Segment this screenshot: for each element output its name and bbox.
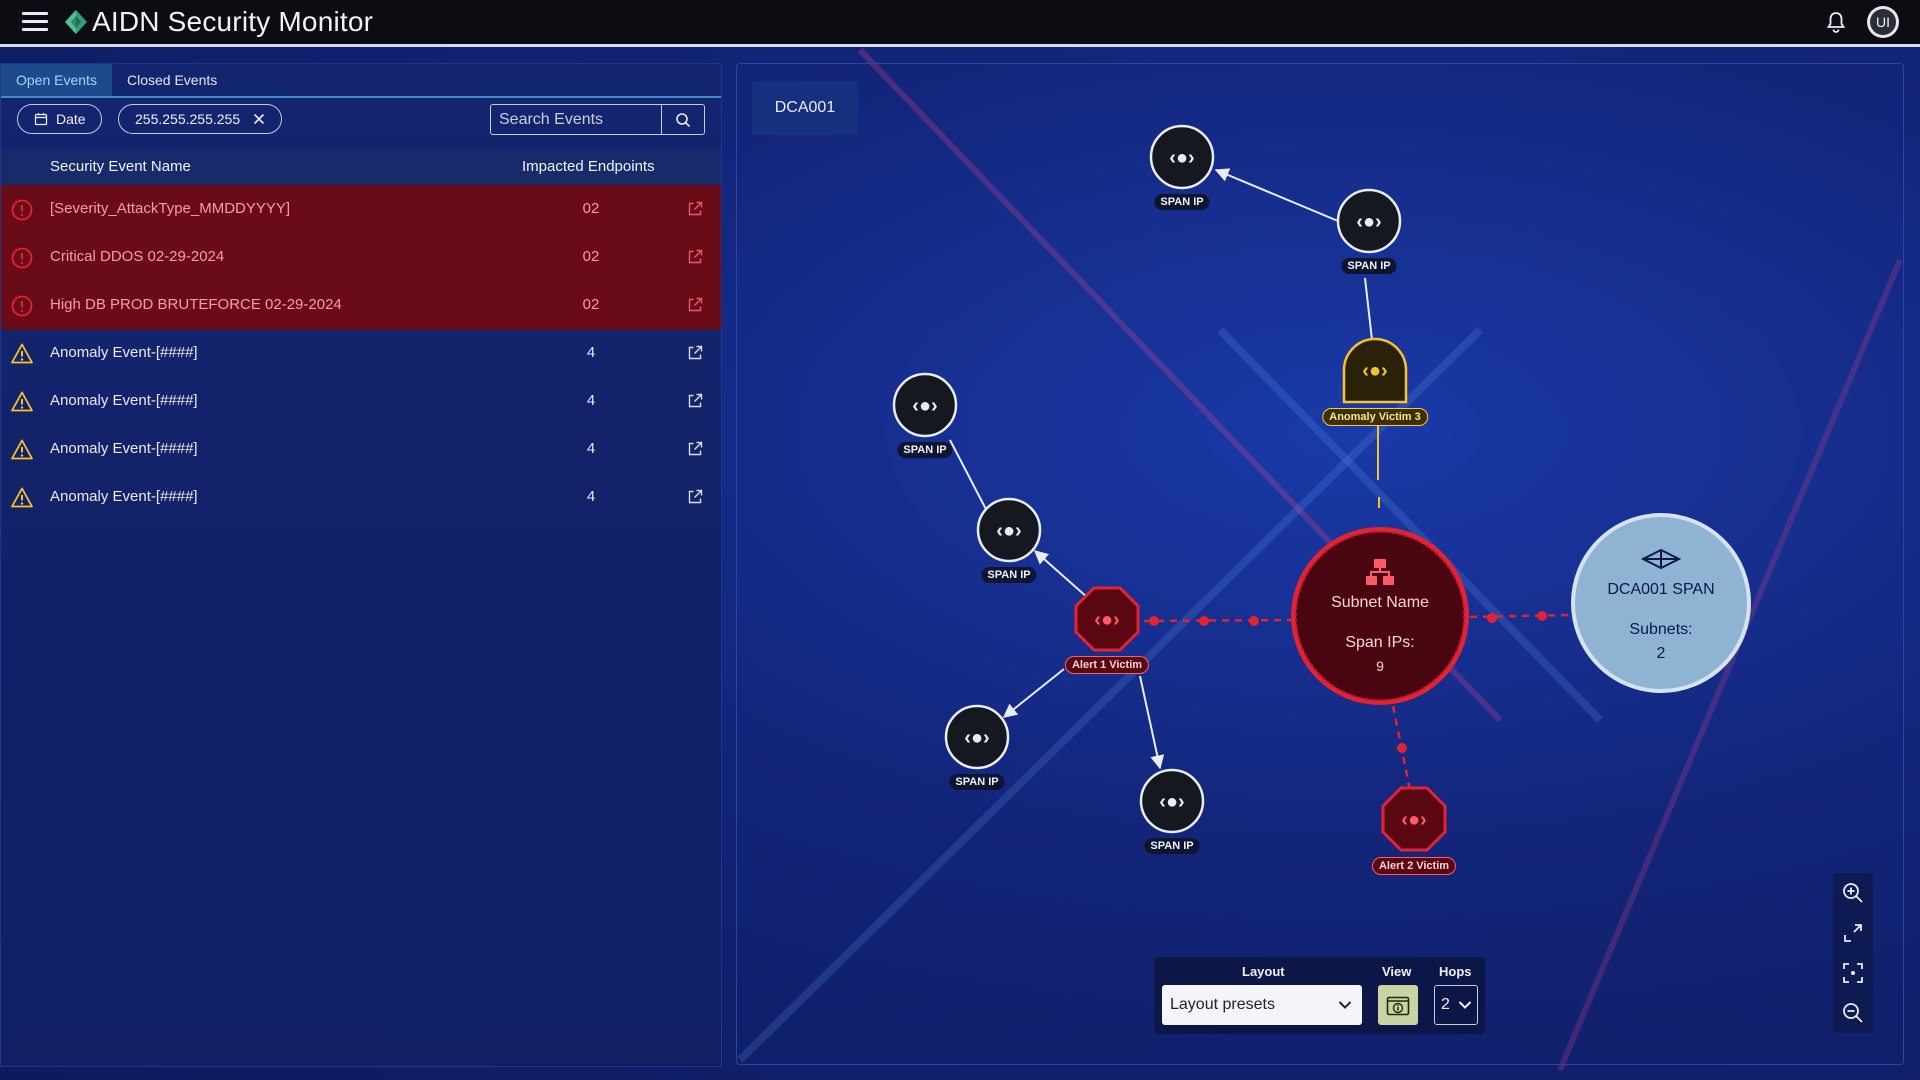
zoom-out-icon[interactable] <box>1841 1001 1865 1025</box>
impacted-endpoints: 02 <box>582 200 600 217</box>
event-name: Critical DDOS 02-29-2024 <box>50 248 225 265</box>
span-ip-label: SPAN IP <box>897 442 953 458</box>
critical-alert-icon <box>11 295 33 317</box>
span-ip-label: SPAN IP <box>1341 258 1397 274</box>
impacted-endpoints: 4 <box>586 488 596 505</box>
subnet-span-ips-label: Span IPs: <box>1345 634 1415 651</box>
table-row[interactable]: High DB PROD BRUTEFORCE 02-29-2024 02 <box>1 281 721 330</box>
search-button[interactable] <box>661 105 704 134</box>
search-box <box>490 104 705 135</box>
ip-filter-chip[interactable]: 255.255.255.255 <box>118 104 282 134</box>
table-row[interactable]: Anomaly Event-[####] 4 <box>1 377 721 425</box>
search-icon <box>676 112 691 127</box>
ip-filter-label: 255.255.255.255 <box>135 111 241 127</box>
open-link-icon[interactable] <box>687 489 703 505</box>
filter-row: Date 255.255.255.255 <box>1 104 721 140</box>
impacted-endpoints: 4 <box>586 392 596 409</box>
event-name: Anomaly Event-[####] <box>50 488 198 505</box>
user-avatar[interactable]: UI <box>1867 6 1899 38</box>
column-header-name[interactable]: Security Event Name <box>50 149 191 185</box>
alert-1-victim-label: Alert 1 Victim <box>1064 656 1150 674</box>
hops-label: Hops <box>1439 964 1472 979</box>
alert-2-victim-label: Alert 2 Victim <box>1371 857 1457 875</box>
user-initials: UI <box>1870 9 1896 35</box>
info-view-icon <box>1386 996 1410 1016</box>
hops-select-value: 2 <box>1441 996 1450 1013</box>
impacted-endpoints: 02 <box>582 248 600 265</box>
zoom-toolbar <box>1833 873 1873 1033</box>
date-filter-label: Date <box>56 111 86 127</box>
event-name: High DB PROD BRUTEFORCE 02-29-2024 <box>50 296 342 313</box>
table-row[interactable]: Anomaly Event-[####] 4 <box>1 473 721 521</box>
table-row[interactable]: Anomaly Event-[####] 4 <box>1 425 721 473</box>
span-site-subnets-label: Subnets: <box>1629 621 1693 638</box>
event-name: Anomaly Event-[####] <box>50 440 198 457</box>
subnet-span-ips-value: 9 <box>1376 658 1384 674</box>
graph-controls: Layout View Hops Layout presets 2 <box>1154 957 1485 1034</box>
event-name: Anomaly Event-[####] <box>50 344 198 361</box>
warning-icon <box>11 439 33 460</box>
open-link-icon[interactable] <box>687 345 703 361</box>
table-row[interactable]: Anomaly Event-[####] 4 <box>1 329 721 377</box>
span-ip-label: SPAN IP <box>981 567 1037 583</box>
fit-to-screen-icon[interactable] <box>1841 961 1865 985</box>
anomaly-victim-label: Anomaly Victim 3 <box>1322 408 1428 426</box>
menu-icon[interactable] <box>22 12 48 32</box>
app-title: AIDN Security Monitor <box>92 6 374 37</box>
notification-bell-icon[interactable] <box>1824 10 1848 34</box>
warning-icon <box>11 487 33 508</box>
events-panel: Open Events Closed Events Date 255.255.2… <box>0 63 722 1067</box>
tab-open-events[interactable]: Open Events <box>1 64 112 96</box>
network-graph-panel <box>736 63 1904 1065</box>
close-icon[interactable] <box>253 113 265 125</box>
impacted-endpoints: 02 <box>582 296 600 313</box>
critical-alert-icon <box>11 247 33 269</box>
span-site-name: DCA001 SPAN <box>1607 581 1715 598</box>
layout-presets-select[interactable]: Layout presets <box>1162 985 1362 1025</box>
view-info-button[interactable] <box>1378 985 1418 1025</box>
critical-alert-icon <box>11 199 33 221</box>
aidn-logo-icon <box>65 10 87 34</box>
chevron-down-icon <box>1338 1001 1352 1009</box>
span-ip-label: SPAN IP <box>1144 838 1200 854</box>
view-label: View <box>1382 964 1412 979</box>
warning-icon <box>11 343 33 364</box>
span-ip-label: SPAN IP <box>1154 194 1210 210</box>
open-link-icon[interactable] <box>687 297 703 313</box>
open-link-icon[interactable] <box>687 441 703 457</box>
chevron-down-icon <box>1458 1001 1472 1009</box>
zoom-in-icon[interactable] <box>1841 881 1865 905</box>
tab-closed-events[interactable]: Closed Events <box>112 64 232 96</box>
warning-icon <box>11 391 33 412</box>
impacted-endpoints: 4 <box>586 440 596 457</box>
span-site-subnets-value: 2 <box>1656 645 1666 662</box>
site-badge: DCA001 <box>752 81 858 135</box>
expand-icon[interactable] <box>1841 921 1865 945</box>
subnet-name: Subnet Name <box>1331 594 1429 611</box>
search-input[interactable] <box>491 105 661 134</box>
event-tabs: Open Events Closed Events <box>1 64 721 98</box>
table-row[interactable]: Critical DDOS 02-29-2024 02 <box>1 233 721 282</box>
top-bar: AIDN Security Monitor UI <box>0 0 1920 47</box>
hops-select[interactable]: 2 <box>1434 985 1478 1025</box>
layout-select-value: Layout presets <box>1170 996 1275 1013</box>
calendar-icon <box>34 113 48 126</box>
open-link-icon[interactable] <box>687 393 703 409</box>
date-filter-button[interactable]: Date <box>17 104 102 134</box>
event-name: Anomaly Event-[####] <box>50 392 198 409</box>
column-header-endpoints[interactable]: Impacted Endpoints <box>522 149 655 185</box>
open-link-icon[interactable] <box>687 249 703 265</box>
table-header: Security Event Name Impacted Endpoints <box>1 149 721 185</box>
impacted-endpoints: 4 <box>586 344 596 361</box>
layout-label: Layout <box>1242 964 1285 979</box>
event-name: [Severity_AttackType_MMDDYYYY] <box>50 200 291 217</box>
span-ip-label: SPAN IP <box>949 774 1005 790</box>
open-link-icon[interactable] <box>687 201 703 217</box>
table-row[interactable]: [Severity_AttackType_MMDDYYYY] 02 <box>1 185 721 234</box>
